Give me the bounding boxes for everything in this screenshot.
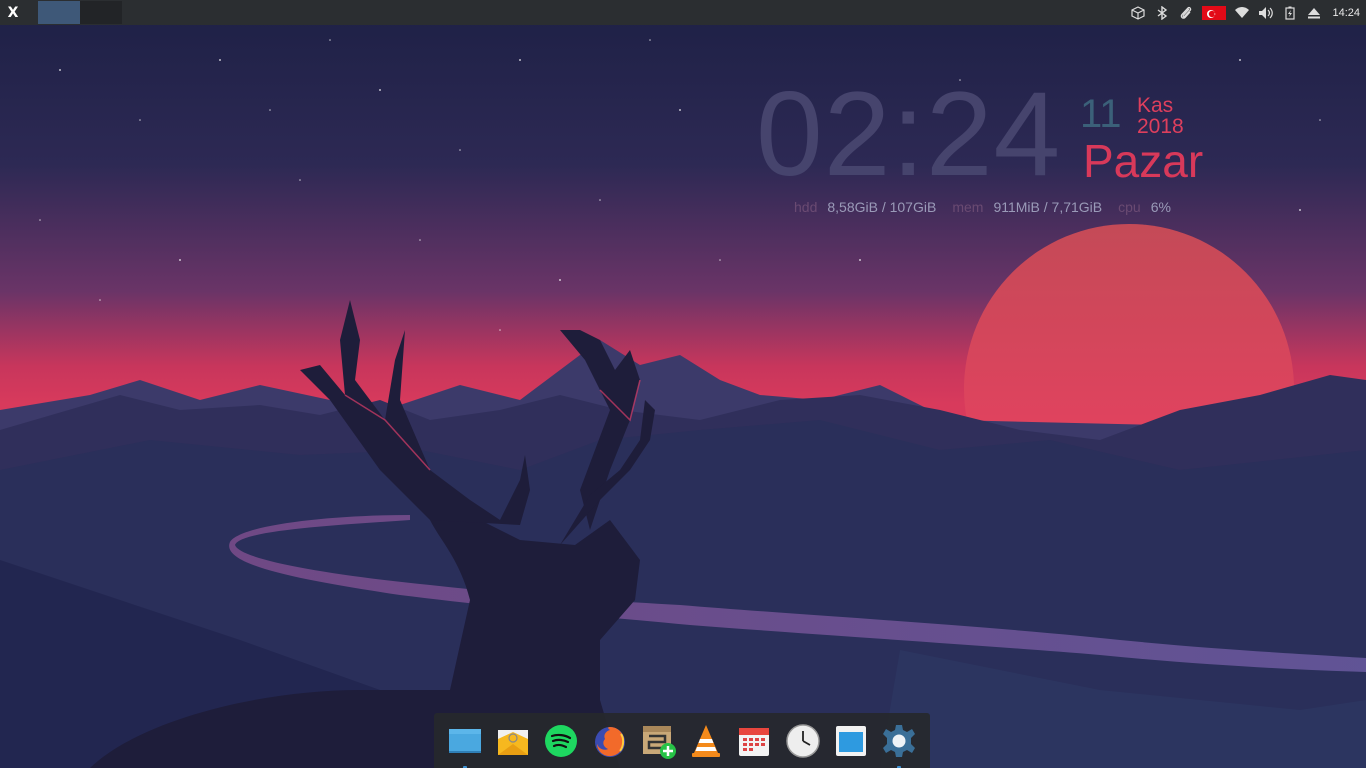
workspace-2[interactable] xyxy=(80,1,122,24)
software-install-icon[interactable] xyxy=(639,722,677,760)
wifi-icon[interactable] xyxy=(1234,5,1250,21)
spotify-icon[interactable] xyxy=(542,722,580,760)
workspace-switcher xyxy=(38,1,122,24)
volume-icon[interactable] xyxy=(1258,5,1274,21)
turkey-flag-keyboard-icon[interactable] xyxy=(1202,5,1227,20)
eject-icon[interactable] xyxy=(1306,5,1322,21)
battery-icon[interactable] xyxy=(1282,5,1298,21)
conky-day: 11 xyxy=(1080,92,1122,136)
settings-icon[interactable] xyxy=(880,722,918,768)
firefox-icon[interactable] xyxy=(591,722,629,760)
mail-icon[interactable] xyxy=(494,722,532,760)
workspace-1[interactable] xyxy=(38,1,80,24)
app-menu-button[interactable]: X xyxy=(0,0,26,25)
package-updates-icon[interactable] xyxy=(1130,5,1146,21)
files-icon[interactable] xyxy=(446,722,484,768)
system-tray: 14:24 xyxy=(1130,0,1366,25)
bluetooth-icon[interactable] xyxy=(1154,5,1170,21)
mem-value: 911MiB / 7,71GiB xyxy=(993,199,1103,215)
cpu-value: 6% xyxy=(1150,199,1171,215)
cpu-label: cpu xyxy=(1118,199,1141,215)
paperclip-icon[interactable] xyxy=(1178,5,1194,21)
top-panel: X 14:24 xyxy=(0,0,1366,25)
hdd-label: hdd xyxy=(794,199,818,215)
hdd-value: 8,58GiB / 107GiB xyxy=(827,199,937,215)
mem-label: mem xyxy=(952,199,984,215)
conky-time: 02:24 xyxy=(756,67,1062,201)
app-menu-icon: X xyxy=(7,4,19,21)
calendar-icon[interactable] xyxy=(735,722,773,760)
conky-weekday: Pazar xyxy=(1083,135,1204,187)
dock xyxy=(434,713,930,768)
vlc-icon[interactable] xyxy=(687,722,725,760)
window-icon[interactable] xyxy=(832,722,870,760)
conky-month-year: Kas 2018 xyxy=(1137,94,1184,138)
clock-icon[interactable] xyxy=(784,722,822,760)
panel-clock[interactable]: 14:24 xyxy=(1332,7,1360,19)
conky-stats: hdd 8,58GiB / 107GiB mem 911MiB / 7,71Gi… xyxy=(794,199,1181,215)
